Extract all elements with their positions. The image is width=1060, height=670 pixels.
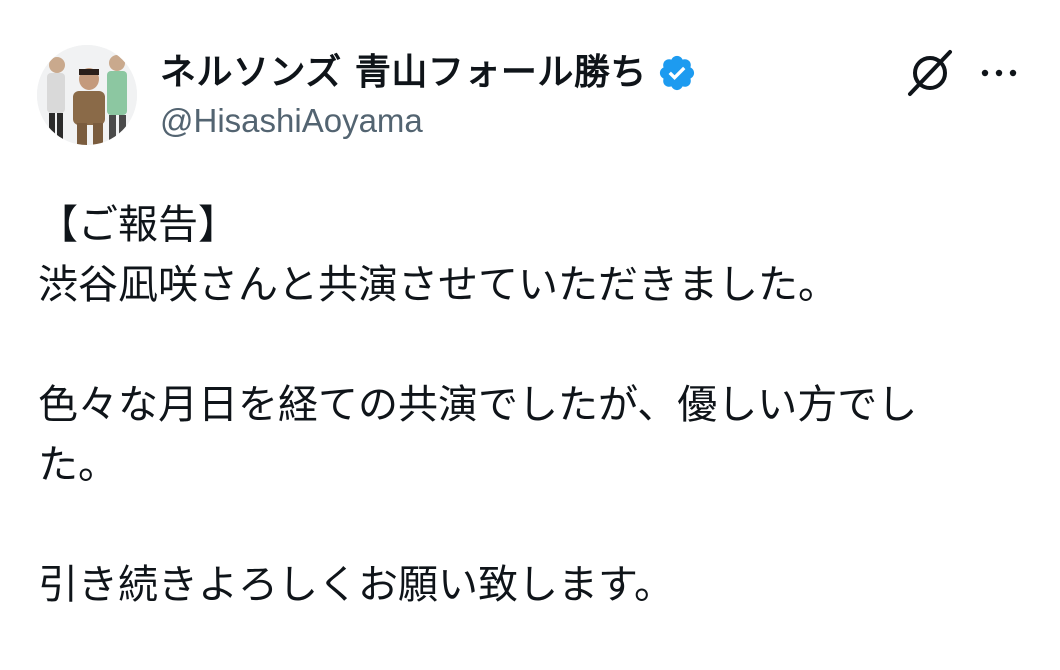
tweet-line: た。: [38, 442, 118, 488]
avatar[interactable]: [37, 45, 137, 145]
avatar-photo: [37, 45, 137, 145]
tweet-text: 【ご報告】 渋谷凪咲さんと共演させていただきました。 色々な月日を経ての共演でし…: [38, 195, 1028, 615]
author-name-row: ネルソンズ 青山フォール勝ち: [160, 48, 697, 98]
grok-icon[interactable]: [902, 48, 958, 98]
tweet-card: ネルソンズ 青山フォール勝ち @HisashiAoyama 【ご報告】 渋谷凪咲…: [0, 0, 1060, 670]
author-handle[interactable]: @HisashiAoyama: [160, 104, 423, 137]
tweet-line: 引き続きよろしくお願い致します。: [38, 562, 674, 608]
author-display-name[interactable]: ネルソンズ 青山フォール勝ち: [160, 55, 647, 91]
tweet-line: 渋谷凪咲さんと共演させていただきました。: [38, 262, 838, 308]
more-options-icon[interactable]: [974, 55, 1024, 91]
tweet-line: 【ご報告】: [38, 202, 238, 248]
verified-badge-icon[interactable]: [657, 53, 697, 93]
tweet-line: 色々な月日を経ての共演でしたが、優しい方でし: [38, 382, 918, 428]
